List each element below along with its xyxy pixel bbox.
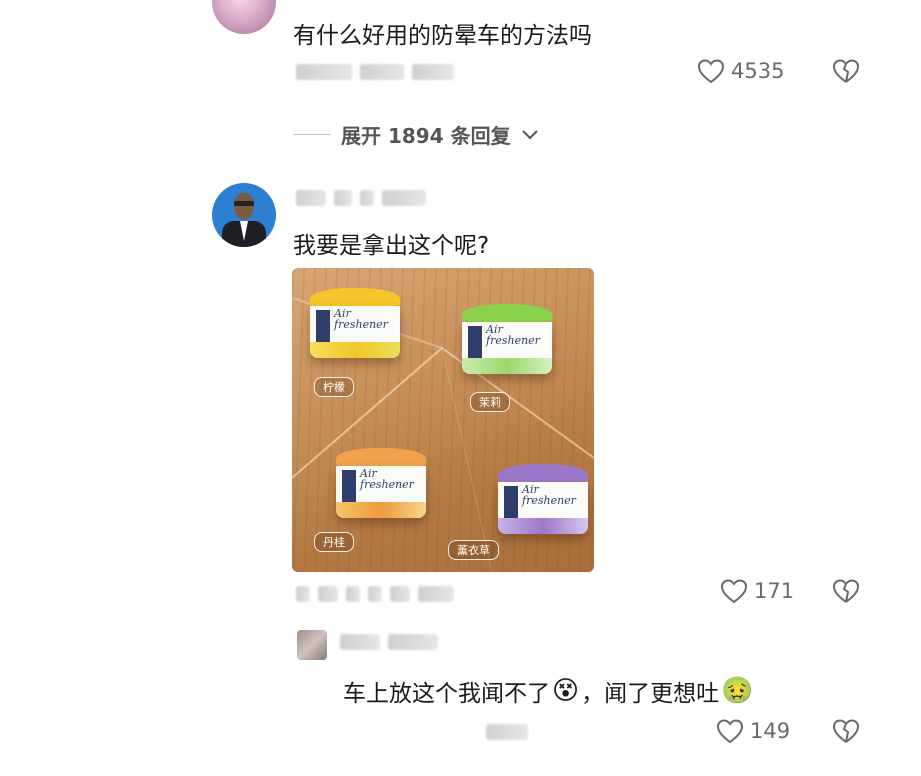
like-count: 149 — [750, 719, 791, 743]
nauseated-face-icon: 🤢 — [721, 676, 754, 706]
product-tag: 柠檬 — [314, 377, 354, 397]
comment-text: 有什么好用的防晕车的方法吗 — [293, 23, 592, 49]
like-count: 171 — [754, 579, 795, 603]
divider — [293, 134, 331, 135]
expand-replies-label: 展开 1894 条回复 — [341, 124, 511, 148]
expand-replies-button[interactable]: 展开 1894 条回复 — [293, 120, 539, 149]
product-tag: 茉莉 — [470, 392, 510, 412]
dislike-button[interactable] — [832, 718, 860, 744]
heart-outline-icon — [697, 59, 725, 84]
product-image: Air freshener — [462, 304, 552, 374]
product-brand: Air freshener — [522, 483, 576, 507]
dizzy-face-icon: 😵 — [552, 676, 580, 706]
like-button[interactable]: 4535 — [697, 58, 784, 84]
reply-text-part: 车上放这个我闻不了 — [343, 681, 550, 707]
comment-meta-blurred — [296, 584, 454, 604]
product-brand: Air freshener — [360, 467, 414, 491]
avatar[interactable] — [212, 183, 276, 247]
chevron-down-icon — [521, 129, 538, 139]
avatar[interactable] — [212, 0, 276, 34]
comment-meta-blurred — [296, 62, 454, 82]
comment-text: 我要是拿出这个呢? — [293, 233, 490, 259]
broken-heart-icon — [832, 579, 860, 603]
dislike-button[interactable] — [832, 578, 860, 604]
product-tag: 丹桂 — [314, 532, 354, 552]
heart-outline-icon — [720, 579, 748, 604]
product-image: Air freshener — [498, 464, 588, 534]
broken-heart-icon — [832, 59, 860, 83]
comment-image[interactable]: Air freshener 柠檬 Air freshener 茉莉 Air fr… — [292, 268, 594, 572]
reply-text: 车上放这个我闻不了 😵 ，闻了更想吐 🤢 — [343, 674, 753, 708]
comment-meta-blurred — [486, 722, 528, 742]
heart-outline-icon — [716, 719, 744, 744]
reply-text-part: ，闻了更想吐 — [581, 681, 720, 707]
like-count: 4535 — [731, 59, 785, 83]
username-blurred — [296, 188, 426, 208]
avatar[interactable] — [297, 630, 327, 660]
product-image: Air freshener — [310, 288, 400, 358]
product-image: Air freshener — [336, 448, 426, 518]
like-button[interactable]: 171 — [720, 578, 794, 604]
dislike-button[interactable] — [832, 58, 860, 84]
product-brand: Air freshener — [486, 323, 540, 347]
product-brand: Air freshener — [334, 307, 388, 331]
like-button[interactable]: 149 — [716, 718, 790, 744]
username-blurred — [340, 632, 438, 652]
product-tag: 薰衣草 — [448, 540, 499, 560]
broken-heart-icon — [832, 719, 860, 743]
